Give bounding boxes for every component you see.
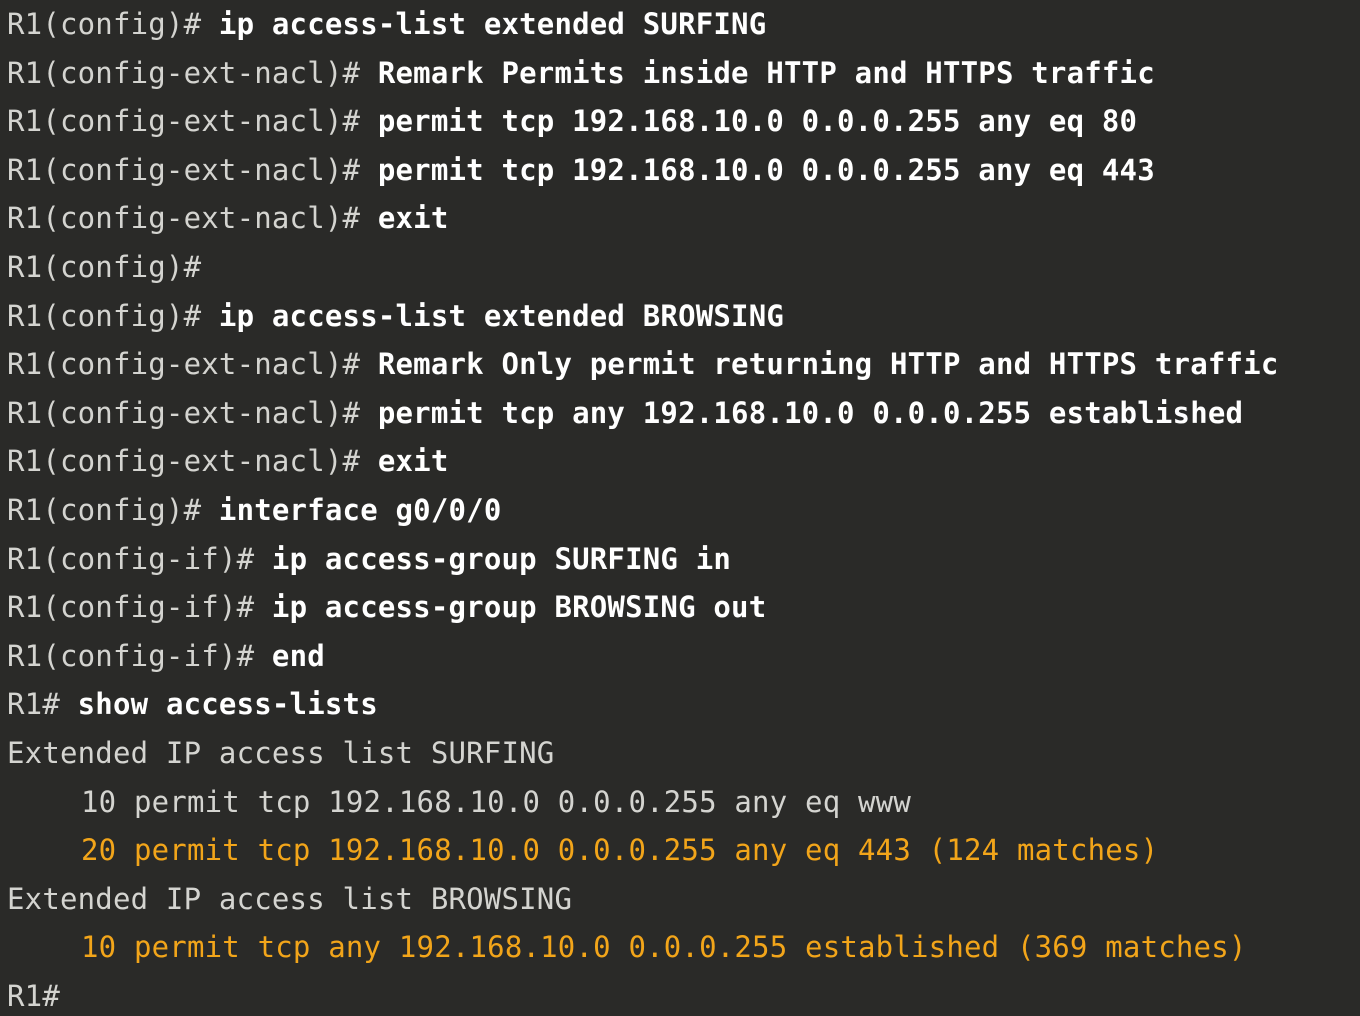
cli-prompt: R1(config)#	[7, 492, 219, 527]
cli-command: ip access-list extended BROWSING	[218, 298, 785, 333]
cli-command: Remark Permits inside HTTP and HTTPS tra…	[377, 55, 1155, 90]
terminal-line-active[interactable]: R1#	[7, 972, 1360, 1016]
cli-command: interface g0/0/0	[218, 492, 502, 527]
cli-command: Remark Only permit returning HTTP and HT…	[377, 347, 1279, 382]
terminal-line: R1(config-ext-nacl)# Remark Only permit …	[7, 340, 1360, 389]
cli-prompt: R1(config-if)#	[7, 590, 272, 625]
cli-prompt: R1(config)#	[7, 298, 219, 333]
acl-entry-highlighted: 20 permit tcp 192.168.10.0 0.0.0.255 any…	[81, 833, 1159, 868]
cli-prompt: R1(config-if)#	[7, 541, 272, 576]
cli-prompt: R1(config-if)#	[7, 638, 272, 673]
cli-prompt: R1(config-ext-nacl)#	[7, 347, 378, 382]
cli-command: permit tcp 192.168.10.0 0.0.0.255 any eq…	[377, 104, 1138, 139]
terminal-line: R1(config)#	[7, 243, 1360, 292]
terminal-line: R1(config-ext-nacl)# permit tcp 192.168.…	[7, 146, 1360, 195]
terminal-line: R1(config-ext-nacl)# exit	[7, 194, 1360, 243]
terminal-line: R1(config-if)# ip access-group BROWSING …	[7, 583, 1360, 632]
cli-prompt: R1(config-ext-nacl)#	[7, 152, 378, 187]
terminal-line: R1(config-ext-nacl)# Remark Permits insi…	[7, 49, 1360, 98]
terminal-line: R1# show access-lists	[7, 680, 1360, 729]
terminal-line: R1(config-ext-nacl)# permit tcp 192.168.…	[7, 97, 1360, 146]
cli-prompt: R1(config-ext-nacl)#	[7, 201, 378, 236]
cli-command: show access-lists	[77, 687, 378, 722]
cli-command: end	[271, 638, 325, 673]
cli-prompt: R1(config)#	[7, 7, 219, 41]
cli-command: ip access-list extended SURFING	[218, 7, 767, 41]
acl-header: Extended IP access list SURFING	[7, 735, 555, 770]
cli-prompt: R1#	[7, 978, 60, 1013]
cli-prompt: R1(config-ext-nacl)#	[7, 444, 378, 479]
terminal-line: R1(config)# ip access-list extended BROW…	[7, 292, 1360, 341]
terminal-line: R1(config-ext-nacl)# exit	[7, 437, 1360, 486]
cli-command: exit	[377, 444, 449, 479]
acl-entry-highlighted: 10 permit tcp any 192.168.10.0 0.0.0.255…	[81, 930, 1247, 965]
cli-command: exit	[377, 201, 449, 236]
terminal-line: R1(config-ext-nacl)# permit tcp any 192.…	[7, 389, 1360, 438]
terminal-line: R1(config-if)# ip access-group SURFING i…	[7, 535, 1360, 584]
cli-prompt: R1(config)#	[7, 249, 202, 284]
cli-prompt: R1(config-ext-nacl)#	[7, 104, 378, 139]
cli-prompt: R1#	[7, 687, 78, 722]
cli-command: ip access-group BROWSING out	[271, 590, 767, 625]
terminal-window[interactable]: R1(config)# ip access-list extended SURF…	[0, 0, 1360, 1016]
acl-header: Extended IP access list BROWSING	[7, 881, 573, 916]
acl-entry: 10 permit tcp 192.168.10.0 0.0.0.255 any…	[81, 784, 911, 819]
cli-prompt: R1(config-ext-nacl)#	[7, 55, 378, 90]
cli-prompt: R1(config-ext-nacl)#	[7, 395, 378, 430]
cli-command: ip access-group SURFING in	[271, 541, 732, 576]
terminal-line: R1(config)# ip access-list extended SURF…	[7, 0, 1360, 49]
terminal-line: R1(config-if)# end	[7, 632, 1360, 681]
terminal-line: R1(config)# interface g0/0/0	[7, 486, 1360, 535]
cli-command: permit tcp any 192.168.10.0 0.0.0.255 es…	[377, 395, 1244, 430]
cli-command: permit tcp 192.168.10.0 0.0.0.255 any eq…	[377, 152, 1155, 187]
